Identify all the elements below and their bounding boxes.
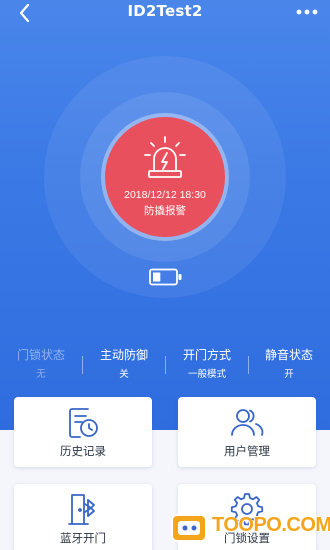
- watermark-emblem: [171, 514, 207, 542]
- lock-detail-screen: ID2Test2 2018/12/12 18:30 防撬报警 门锁状态 无 主动…: [0, 0, 330, 550]
- users-icon: [231, 409, 264, 436]
- alarm-timestamp: 2018/12/12 18:30: [124, 189, 206, 201]
- status-title: 门锁状态: [16, 348, 65, 362]
- bluetooth-door-icon: [68, 494, 95, 525]
- status-title: 开门方式: [182, 348, 231, 362]
- card-label: 蓝牙开门: [60, 531, 106, 545]
- battery-icon: [149, 268, 182, 286]
- status-title: 主动防御: [99, 348, 148, 362]
- status-active-defense[interactable]: 主动防御 关: [83, 346, 165, 381]
- status-row: 门锁状态 无 主动防御 关 开门方式 一般模式 静音状态 开: [0, 346, 330, 388]
- status-value: 一般模式: [187, 369, 226, 380]
- more-dots-icon[interactable]: [294, 2, 320, 22]
- status-unlock-mode[interactable]: 开门方式 一般模式: [166, 346, 248, 381]
- card-label: 历史记录: [60, 444, 106, 458]
- siren-icon: [144, 136, 186, 178]
- card-label: 用户管理: [224, 444, 270, 458]
- user-management-card[interactable]: 用户管理: [178, 397, 316, 467]
- history-card[interactable]: 历史记录: [14, 397, 152, 467]
- alarm-label: 防撬报警: [144, 205, 186, 217]
- status-value: 开: [284, 369, 294, 380]
- bluetooth-unlock-card[interactable]: 蓝牙开门: [14, 484, 152, 550]
- status-mute[interactable]: 静音状态 开: [248, 346, 330, 381]
- history-icon: [69, 408, 98, 438]
- tamper-alarm-button[interactable]: 2018/12/12 18:30 防撬报警: [105, 117, 225, 237]
- watermark-text: TOOPO.COM: [212, 514, 330, 536]
- page-title: ID2Test2: [127, 2, 203, 20]
- status-value: 无: [36, 369, 46, 380]
- hero-panel: ID2Test2 2018/12/12 18:30 防撬报警 门锁状态 无 主动…: [0, 0, 330, 430]
- status-value: 关: [119, 369, 129, 380]
- navigation-bar: ID2Test2: [0, 0, 330, 26]
- status-title: 静音状态: [264, 348, 313, 362]
- watermark-logo: TOOPO.COM: [168, 505, 330, 550]
- status-lock-state[interactable]: 门锁状态 无: [0, 346, 82, 381]
